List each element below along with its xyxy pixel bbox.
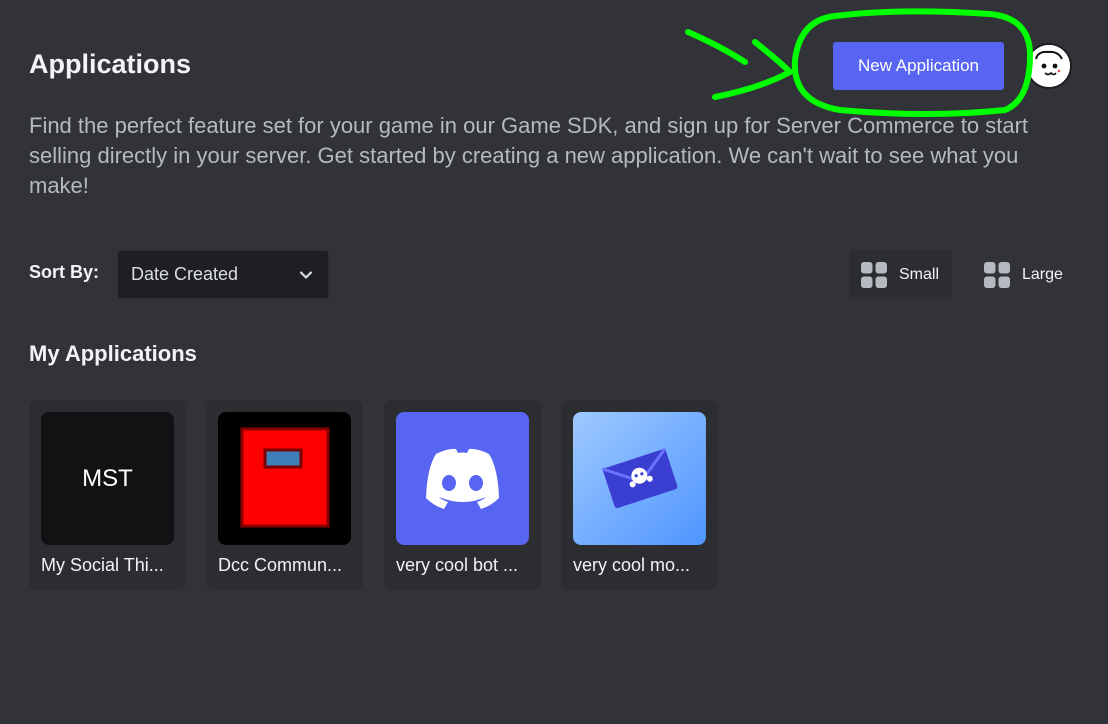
app-name: My Social Thi... bbox=[41, 555, 164, 575]
red-notebook-icon bbox=[218, 412, 351, 545]
mst-text-icon: MST bbox=[41, 412, 174, 545]
app-card[interactable]: MST My Social Thi... bbox=[29, 400, 186, 590]
avatar[interactable] bbox=[1026, 43, 1072, 89]
annotation-arrow bbox=[685, 29, 748, 65]
app-card[interactable]: Dcc Commun... bbox=[206, 400, 363, 590]
app-name: very cool bot ... bbox=[396, 555, 519, 575]
view-large-label: Large bbox=[1022, 265, 1063, 283]
page-title: Applications bbox=[29, 49, 192, 79]
view-small-button[interactable]: Small bbox=[849, 250, 952, 299]
app-name: very cool mo... bbox=[573, 555, 691, 575]
page-description: Find the perfect feature set for your ga… bbox=[29, 113, 1029, 198]
view-large-button[interactable]: Large bbox=[972, 250, 1076, 299]
envelope-icon bbox=[573, 412, 706, 545]
chevron-down-icon bbox=[299, 271, 313, 279]
grid-small-icon bbox=[861, 261, 887, 288]
app-name: Dcc Commun... bbox=[218, 555, 343, 575]
sort-value: Date Created bbox=[131, 264, 239, 284]
discord-logo-icon bbox=[396, 412, 529, 545]
app-card[interactable]: very cool mo... bbox=[561, 400, 718, 590]
app-card[interactable]: very cool bot ... bbox=[384, 400, 541, 590]
grid-large-icon bbox=[984, 261, 1010, 288]
sort-label: Sort By: bbox=[29, 262, 100, 282]
section-title: My Applications bbox=[29, 341, 197, 366]
new-application-button[interactable]: New Application bbox=[833, 42, 1004, 90]
view-small-label: Small bbox=[899, 265, 940, 283]
sort-dropdown[interactable]: Date Created bbox=[117, 250, 329, 299]
